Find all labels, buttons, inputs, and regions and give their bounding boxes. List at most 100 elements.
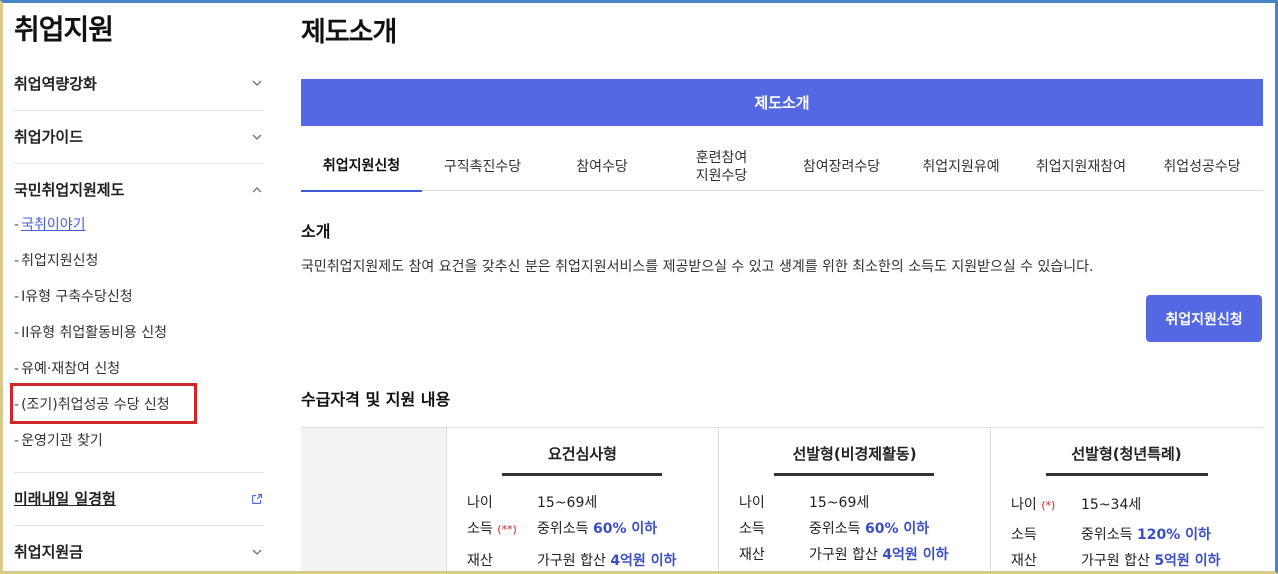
table-column-selective-inactive: 선발형(비경제활동) 나이 15~69세 소득 중위소득 60% 이하 재산 가구원 … <box>718 428 990 574</box>
sidebar-menu-employment-subsidy[interactable]: 취업지원금 <box>14 525 264 574</box>
tab-participation-incentive[interactable]: 참여장려수당 <box>782 142 901 191</box>
row-label-text: 재산 <box>467 553 493 569</box>
sidebar-menu-label: 취업역량강화 <box>14 74 97 93</box>
row-value: 중위소득 <box>809 521 865 537</box>
chevron-down-icon <box>250 545 264 559</box>
row-label: 나이 <box>739 492 809 512</box>
row-value: 15~69세 <box>809 495 870 511</box>
sidebar-sub-item[interactable]: - I유형 구축수당신청 <box>14 285 133 309</box>
eligibility-title: 수급자격 및 지원 내용 <box>301 390 451 409</box>
table-label-column <box>301 428 446 574</box>
row-label-text: 소득 <box>467 521 493 537</box>
row-value: 가구원 합산 <box>809 547 883 563</box>
main-content: 제도소개 제도소개 취업지원신청 구직촉진수당 참여수당 훈련참여 지원수당 참… <box>301 0 1263 574</box>
column-header-underline <box>1046 473 1208 476</box>
row-value-highlight: 5억원 이하 <box>1154 553 1221 569</box>
table-row: 재산 가구원 합산 4억원 이하 <box>739 544 948 564</box>
tab-training-participation-allowance[interactable]: 훈련참여 지원수당 <box>661 142 782 191</box>
row-label-text: 소득 <box>1011 527 1037 543</box>
sidebar-title: 취업지원 <box>14 13 114 46</box>
row-label: 소득 <box>739 518 809 538</box>
tab-support-deferral[interactable]: 취업지원유예 <box>901 142 1021 191</box>
intro-title: 소개 <box>301 222 331 241</box>
table-row: 나이 (*) 15~34세 <box>1011 494 1141 514</box>
row-label: 소득 (**) <box>467 518 537 538</box>
table-column-requirement-review: 요건심사형 나이 15~69세 소득 (**) 중위소득 60% 이하 재산 가구원 … <box>446 428 718 574</box>
dash: - <box>14 433 20 449</box>
sidebar-menu-employment-guide[interactable]: 취업가이드 <box>14 110 264 162</box>
sidebar-sub-item-label: 취업지원신청 <box>21 253 99 269</box>
row-note-marker: (*) <box>1041 499 1056 512</box>
table-column-selective-youth: 선발형(청년특례) 나이 (*) 15~34세 소득 중위소득 120% 이하 재산… <box>990 428 1262 574</box>
sidebar-sub-item-label: 운영기관 찾기 <box>21 433 103 449</box>
sidebar-sub-item[interactable]: - 취업지원신청 <box>14 249 98 273</box>
row-label-text: 나이 <box>1011 497 1037 513</box>
sidebar-sub-item[interactable]: - II유형 취업활동비용 신청 <box>14 321 167 345</box>
sidebar-menu-national-employment-support[interactable]: 국민취업지원제도 <box>14 163 264 215</box>
external-link-icon <box>250 492 264 506</box>
row-value-highlight: 120% 이하 <box>1136 527 1211 543</box>
row-value-highlight: 60% 이하 <box>864 521 930 537</box>
highlight-annotation-box <box>10 383 197 424</box>
row-value-highlight: 4억원 이하 <box>610 553 677 569</box>
sidebar-sub-item[interactable]: - 운영기관 찾기 <box>14 429 103 453</box>
sidebar-sub-item-label: 국취이야기 <box>21 217 86 233</box>
chevron-up-icon <box>250 183 264 197</box>
table-row: 소득 중위소득 60% 이하 <box>739 518 929 538</box>
row-value: 15~34세 <box>1081 497 1142 513</box>
dash: - <box>14 253 20 269</box>
tab-employment-success-allowance[interactable]: 취업성공수당 <box>1141 142 1263 191</box>
sidebar-menu-label: 미래내일 일경험 <box>14 490 116 508</box>
apply-button[interactable]: 취업지원신청 <box>1146 295 1262 342</box>
tab-job-seeking-allowance[interactable]: 구직촉진수당 <box>422 142 543 191</box>
table-row: 재산 가구원 합산 5억원 이하 <box>1011 550 1220 570</box>
dash: - <box>14 289 20 305</box>
row-label-text: 소득 <box>739 521 765 537</box>
tab-employment-support-application[interactable]: 취업지원신청 <box>301 142 422 192</box>
sidebar-sub-item-label: 유예·재참여 신청 <box>21 361 121 377</box>
sidebar-menu-employment-capacity[interactable]: 취업역량강화 <box>14 57 264 109</box>
sidebar-sub-item-label: I유형 구축수당신청 <box>21 289 133 305</box>
table-row: 나이 15~69세 <box>739 492 869 512</box>
column-header: 요건심사형 <box>547 445 617 463</box>
column-header: 선발형(청년특례) <box>1071 445 1182 463</box>
sidebar-menu-future-work-experience[interactable]: 미래내일 일경험 <box>14 472 264 524</box>
dash: - <box>14 217 20 233</box>
eligibility-table: 요건심사형 나이 15~69세 소득 (**) 중위소득 60% 이하 재산 가구원 … <box>301 427 1263 574</box>
row-value: 중위소득 <box>537 521 593 537</box>
sidebar-menu-label: 국민취업지원제도 <box>14 181 125 199</box>
column-header: 선발형(비경제활동) <box>792 445 917 463</box>
row-label: 재산 <box>739 544 809 564</box>
page-title: 제도소개 <box>301 17 397 48</box>
sidebar: 취업지원 취업역량강화 취업가이드 국민취업지원제도 - 국취이야기 - 취업지원신… <box>14 0 264 574</box>
sidebar-sub-item[interactable]: - 국취이야기 <box>14 213 85 237</box>
sidebar-sub-item[interactable]: - 유예·재참여 신청 <box>14 357 120 381</box>
row-label: 재산 <box>1011 550 1081 570</box>
sidebar-menu-label: 취업가이드 <box>14 128 84 146</box>
row-label-text: 재산 <box>739 547 765 563</box>
sidebar-menu-label: 취업지원금 <box>14 543 84 561</box>
row-value-highlight: 60% 이하 <box>592 521 658 537</box>
row-label: 나이 (*) <box>1011 494 1081 514</box>
row-label-text: 나이 <box>739 495 765 511</box>
row-label-text: 나이 <box>467 495 493 511</box>
row-note-marker: (**) <box>497 523 517 536</box>
chevron-down-icon <box>250 76 264 90</box>
sidebar-sub-item-label: II유형 취업활동비용 신청 <box>21 325 168 341</box>
intro-text: 국민취업지원제도 참여 요건을 갖추신 분은 취업지원서비스를 제공받으실 수 … <box>301 259 1094 275</box>
table-row: 나이 15~69세 <box>467 492 597 512</box>
row-label: 소득 <box>1011 524 1081 544</box>
dash: - <box>14 325 20 341</box>
row-value: 15~69세 <box>537 495 598 511</box>
tab-support-re-participation[interactable]: 취업지원재참여 <box>1021 142 1141 191</box>
chevron-down-icon <box>250 130 264 144</box>
table-row: 소득 (**) 중위소득 60% 이하 <box>467 518 657 538</box>
table-row: 소득 중위소득 120% 이하 <box>1011 524 1211 544</box>
row-value: 가구원 합산 <box>1081 553 1155 569</box>
tab-bar: 취업지원신청 구직촉진수당 참여수당 훈련참여 지원수당 참여장려수당 취업지원… <box>301 142 1263 192</box>
row-label: 나이 <box>467 492 537 512</box>
tab-participation-allowance[interactable]: 참여수당 <box>543 142 661 191</box>
column-header-underline <box>774 473 934 476</box>
dash: - <box>14 361 20 377</box>
row-value-highlight: 4억원 이하 <box>882 547 949 563</box>
